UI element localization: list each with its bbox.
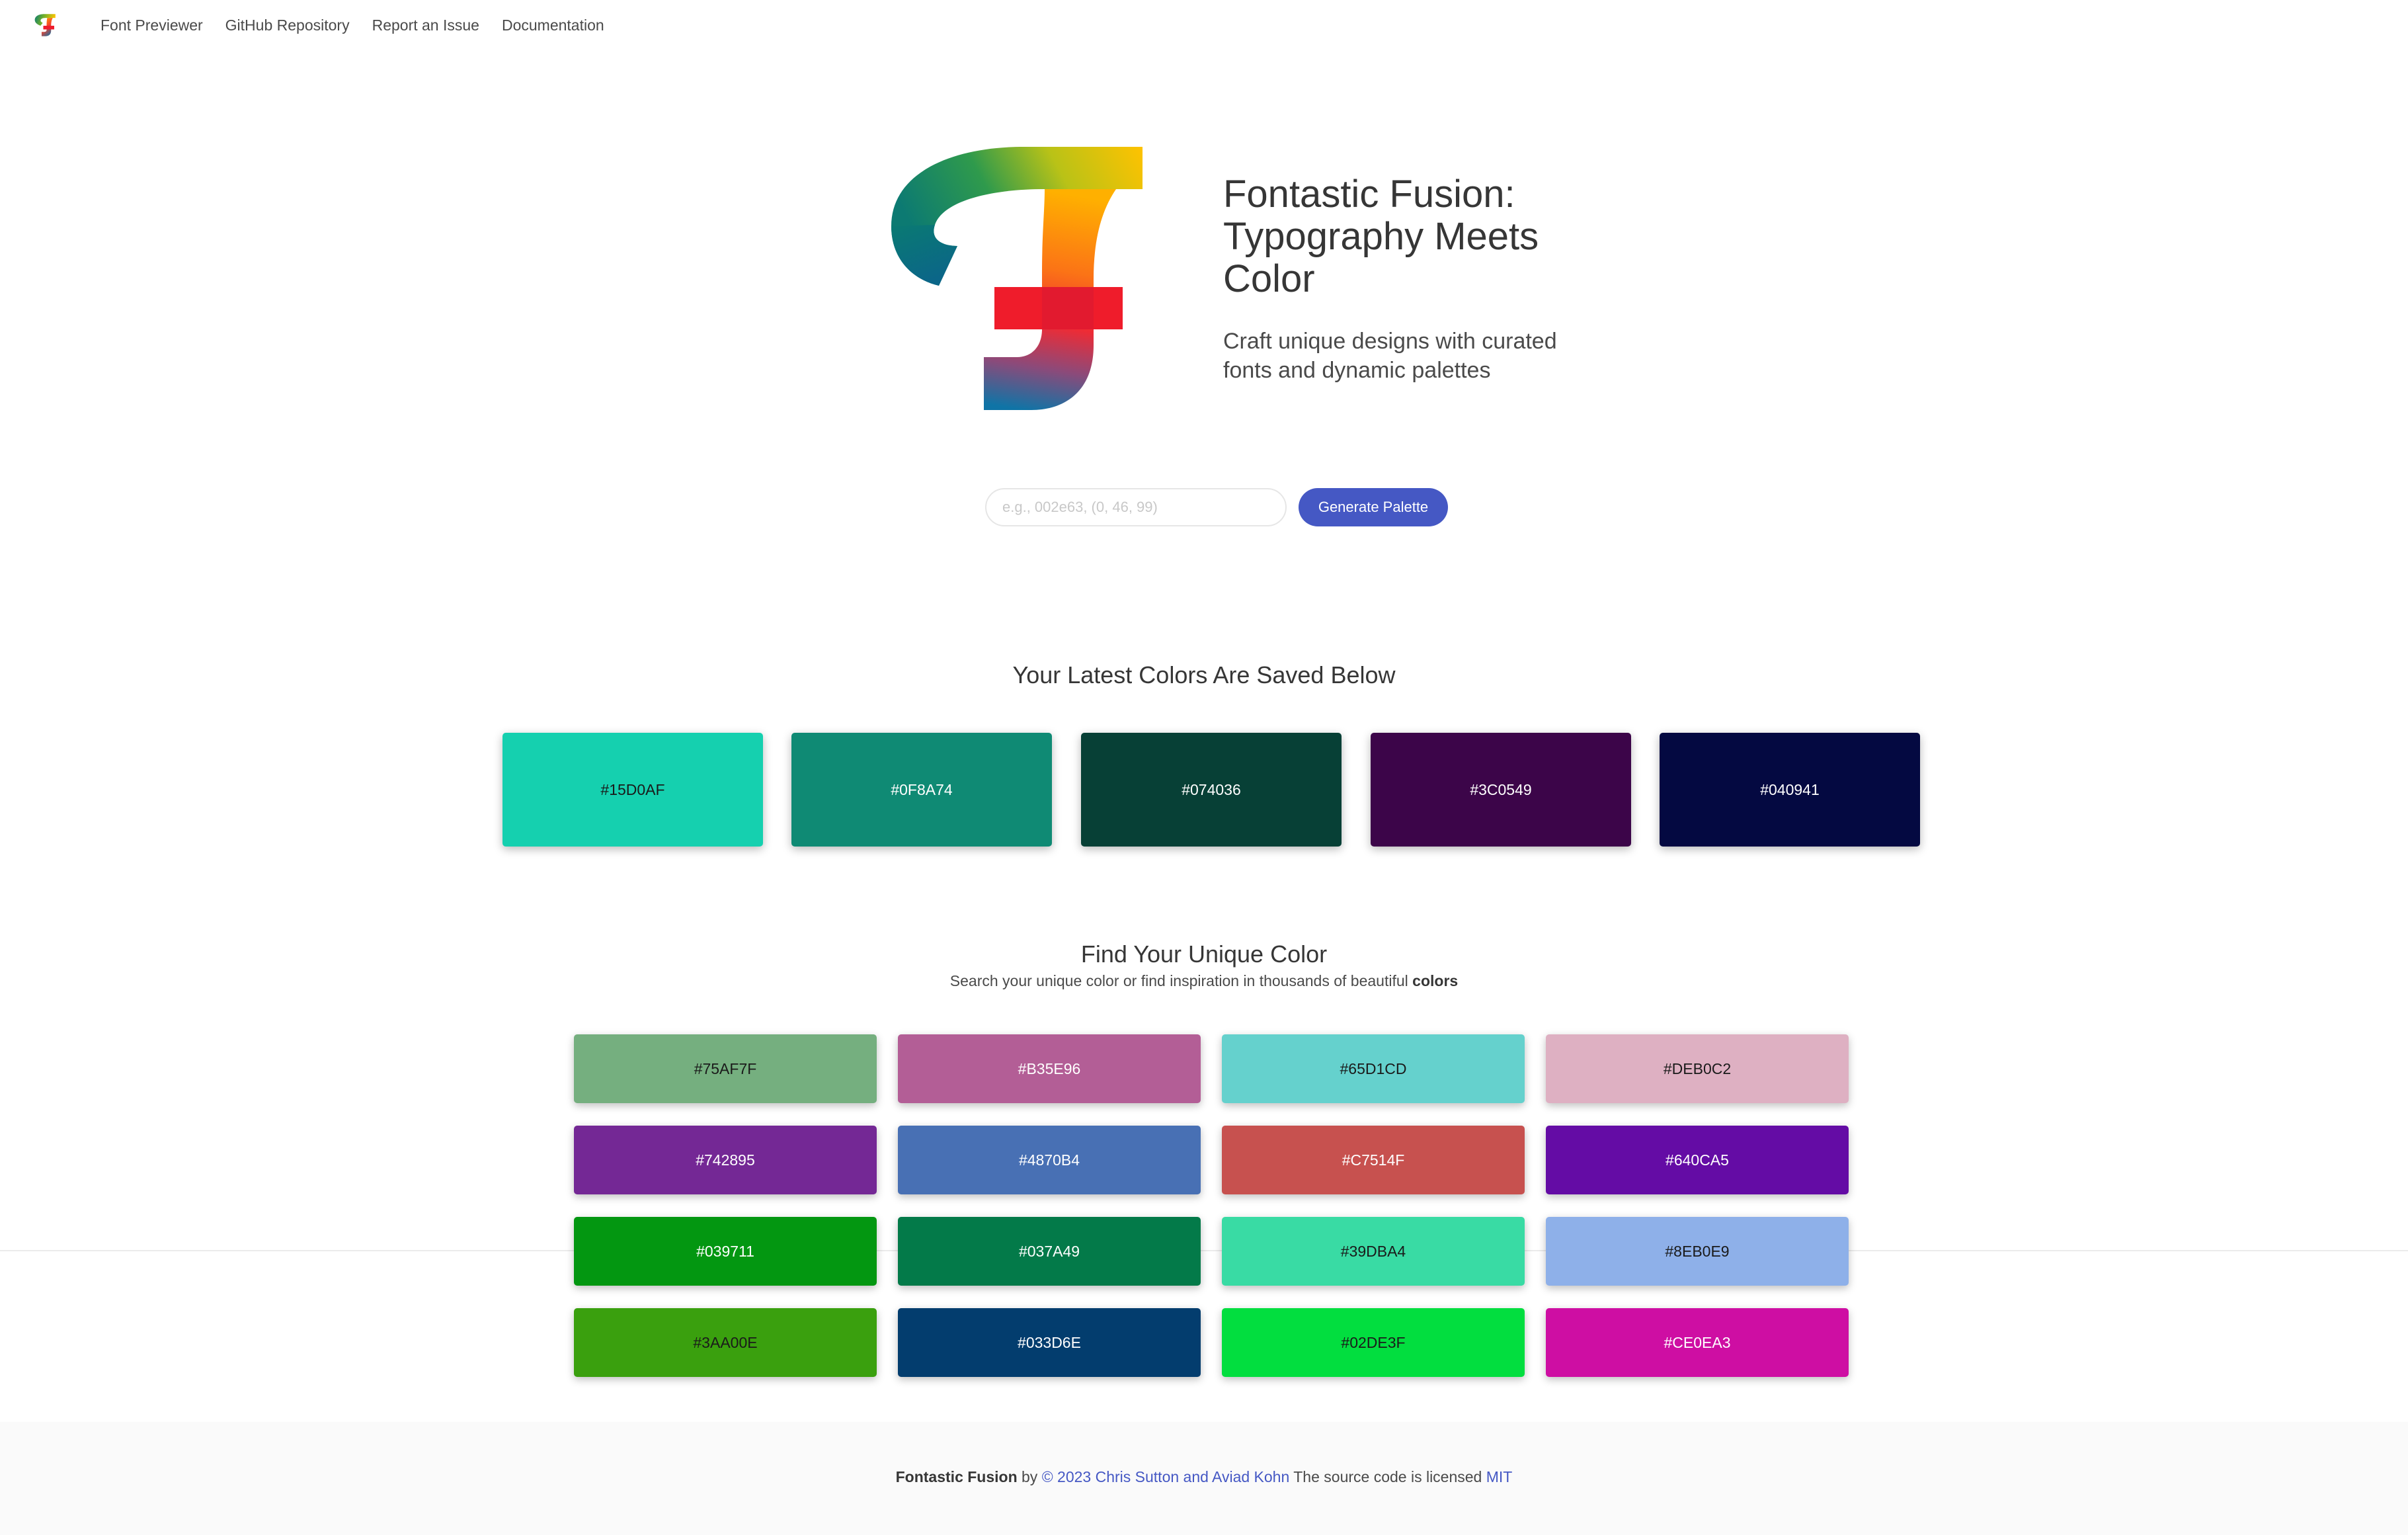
footer-text: Fontastic Fusion by © 2023 Chris Sutton … <box>0 1468 2408 1486</box>
latest-color-swatch[interactable]: #0F8A74 <box>791 733 1052 847</box>
grid-color-swatch[interactable]: #CE0EA3 <box>1546 1308 1849 1377</box>
grid-color-swatch[interactable]: #8EB0E9 <box>1546 1217 1849 1286</box>
nav-link-report-issue[interactable]: Report an Issue <box>372 17 479 34</box>
hero-logo-icon <box>891 147 1143 410</box>
latest-color-swatch[interactable]: #15D0AF <box>502 733 763 847</box>
grid-color-swatch[interactable]: #DEB0C2 <box>1546 1034 1849 1103</box>
latest-color-swatch[interactable]: #3C0549 <box>1371 733 1631 847</box>
hero-text: Fontastic Fusion: Typography Meets Color… <box>1223 173 1593 385</box>
nav-link-github-repository[interactable]: GitHub Repository <box>225 17 350 34</box>
footer-license-text: The source code is licensed <box>1293 1468 1482 1485</box>
grid-color-swatch[interactable]: #037A49 <box>898 1217 1201 1286</box>
latest-colors-row: #15D0AF #0F8A74 #074036 #3C0549 #040941 <box>502 733 1920 847</box>
find-subtitle-text: Search your unique color or find inspira… <box>949 972 1408 989</box>
footer-brand: Fontastic Fusion <box>895 1468 1018 1485</box>
fontastic-fusion-logo-icon[interactable] <box>34 13 56 37</box>
grid-color-swatch[interactable]: #039711 <box>574 1217 877 1286</box>
grid-color-swatch[interactable]: #65D1CD <box>1222 1034 1525 1103</box>
grid-color-swatch[interactable]: #39DBA4 <box>1222 1217 1525 1286</box>
hero-title: Fontastic Fusion: Typography Meets Color <box>1223 173 1539 300</box>
generate-palette-button[interactable]: Generate Palette <box>1299 488 1448 526</box>
find-color-subtitle: Search your unique color or find inspira… <box>0 972 2408 990</box>
grid-color-swatch[interactable]: #75AF7F <box>574 1034 877 1103</box>
grid-color-swatch[interactable]: #742895 <box>574 1126 877 1194</box>
latest-color-swatch[interactable]: #040941 <box>1660 733 1920 847</box>
grid-color-swatch[interactable]: #B35E96 <box>898 1034 1201 1103</box>
nav-link-font-previewer[interactable]: Font Previewer <box>100 17 203 34</box>
footer: Fontastic Fusion by © 2023 Chris Sutton … <box>0 1422 2408 1535</box>
nav-links: Font Previewer GitHub Repository Report … <box>100 0 604 50</box>
footer-authors-link[interactable]: © 2023 Chris Sutton and Aviad Kohn <box>1042 1468 1290 1485</box>
find-subtitle-bold: colors <box>1412 972 1459 989</box>
latest-color-swatch[interactable]: #074036 <box>1081 733 1342 847</box>
hero-subtitle: Craft unique designs with curated fonts … <box>1223 329 1557 383</box>
footer-license-link[interactable]: MIT <box>1486 1468 1513 1485</box>
grid-color-swatch[interactable]: #02DE3F <box>1222 1308 1525 1377</box>
divider-line <box>0 1250 2408 1251</box>
grid-color-swatch[interactable]: #033D6E <box>898 1308 1201 1377</box>
color-search-input[interactable] <box>985 488 1287 526</box>
footer-by: by <box>1022 1468 1038 1485</box>
find-color-title: Find Your Unique Color <box>1080 940 1328 968</box>
grid-color-swatch[interactable]: #3AA00E <box>574 1308 877 1377</box>
nav-link-documentation[interactable]: Documentation <box>502 17 604 34</box>
navbar: Font Previewer GitHub Repository Report … <box>0 0 2408 50</box>
grid-color-swatch[interactable]: #640CA5 <box>1546 1126 1849 1194</box>
grid-color-swatch[interactable]: #C7514F <box>1222 1126 1525 1194</box>
grid-color-swatch[interactable]: #4870B4 <box>898 1126 1201 1194</box>
latest-colors-title: Your Latest Colors Are Saved Below <box>1012 661 1396 688</box>
